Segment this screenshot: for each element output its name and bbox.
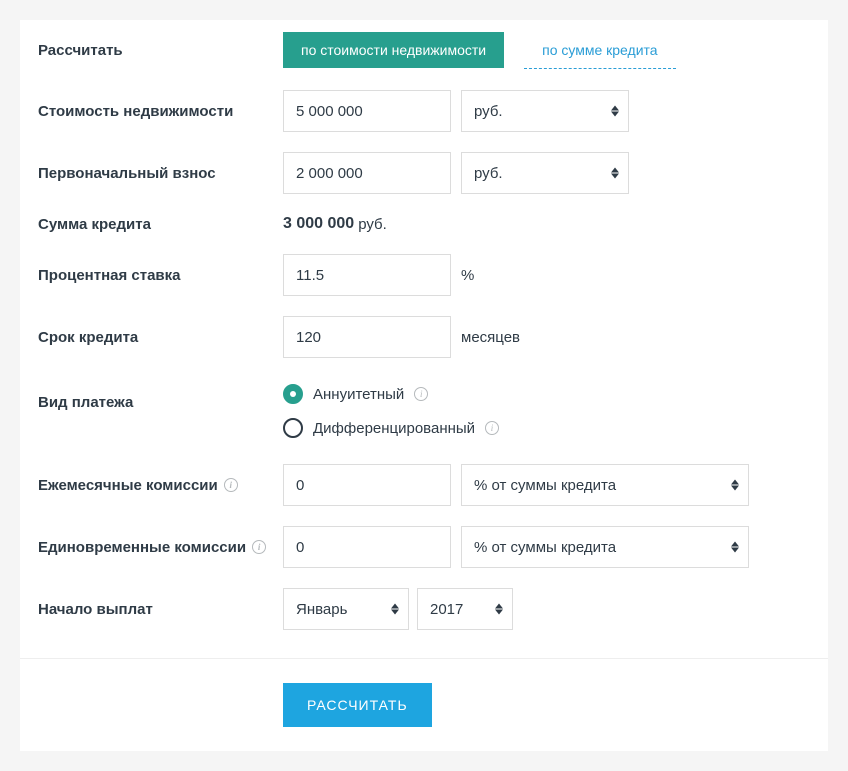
loan-calculator-form: Рассчитать по стоимости недвижимости по … [20, 20, 828, 751]
tabs-calculate-by: по стоимости недвижимости по сумме креди… [283, 32, 676, 69]
radio-annuity[interactable]: Аннуитетный i [283, 384, 499, 404]
select-down-payment-unit[interactable]: руб. [461, 152, 629, 194]
info-icon[interactable]: i [224, 478, 238, 492]
calculate-button[interactable]: РАССЧИТАТЬ [283, 683, 432, 727]
label-property-cost: Стоимость недвижимости [38, 103, 283, 120]
row-down-payment: Первоначальный взнос руб. [20, 142, 828, 204]
row-monthly-fees: Ежемесячные комиссии i % от суммы кредит… [20, 454, 828, 516]
radio-label-annuity: Аннуитетный [313, 386, 404, 403]
unit-months: месяцев [461, 329, 520, 346]
row-submit: РАССЧИТАТЬ [20, 658, 828, 751]
input-property-cost[interactable] [283, 90, 451, 132]
label-start-payments: Начало выплат [38, 601, 283, 618]
label-payment-type: Вид платежа [38, 384, 283, 411]
input-down-payment[interactable] [283, 152, 451, 194]
radio-differentiated[interactable]: Дифференцированный i [283, 418, 499, 438]
label-calculate-by: Рассчитать [38, 42, 283, 59]
unit-loan-sum: руб. [358, 216, 387, 233]
row-onetime-fees: Единовременные комиссии i % от суммы кре… [20, 516, 828, 578]
row-payment-type: Вид платежа Аннуитетный i Дифференцирова… [20, 368, 828, 454]
select-property-currency[interactable]: руб. [461, 90, 629, 132]
tab-by-property-cost[interactable]: по стоимости недвижимости [283, 32, 504, 68]
label-down-payment: Первоначальный взнос [38, 165, 283, 182]
input-monthly-fee[interactable] [283, 464, 451, 506]
label-interest-rate: Процентная ставка [38, 267, 283, 284]
label-loan-sum: Сумма кредита [38, 216, 283, 233]
radio-circle-selected [283, 384, 303, 404]
row-loan-sum: Сумма кредита 3 000 000 руб. [20, 204, 828, 244]
info-icon[interactable]: i [414, 387, 428, 401]
label-onetime-fees: Единовременные комиссии i [38, 539, 283, 556]
tab-by-loan-sum[interactable]: по сумме кредита [524, 32, 675, 69]
input-loan-term[interactable] [283, 316, 451, 358]
info-icon[interactable]: i [485, 421, 499, 435]
select-start-year[interactable]: 2017 [417, 588, 513, 630]
value-loan-sum: 3 000 000 [283, 215, 354, 233]
unit-percent: % [461, 267, 474, 284]
row-property-cost: Стоимость недвижимости руб. [20, 80, 828, 142]
select-onetime-fee-unit[interactable]: % от суммы кредита [461, 526, 749, 568]
row-loan-term: Срок кредита месяцев [20, 306, 828, 368]
label-loan-term: Срок кредита [38, 329, 283, 346]
info-icon[interactable]: i [252, 540, 266, 554]
row-interest-rate: Процентная ставка % [20, 244, 828, 306]
select-monthly-fee-unit[interactable]: % от суммы кредита [461, 464, 749, 506]
row-calculate-by: Рассчитать по стоимости недвижимости по … [20, 20, 828, 80]
radio-label-differentiated: Дифференцированный [313, 420, 475, 437]
row-start-payments: Начало выплат Январь 2017 [20, 578, 828, 658]
label-monthly-fees: Ежемесячные комиссии i [38, 477, 283, 494]
select-start-month[interactable]: Январь [283, 588, 409, 630]
input-onetime-fee[interactable] [283, 526, 451, 568]
radio-group-payment-type: Аннуитетный i Дифференцированный i [283, 384, 499, 438]
radio-circle-unselected [283, 418, 303, 438]
input-interest-rate[interactable] [283, 254, 451, 296]
